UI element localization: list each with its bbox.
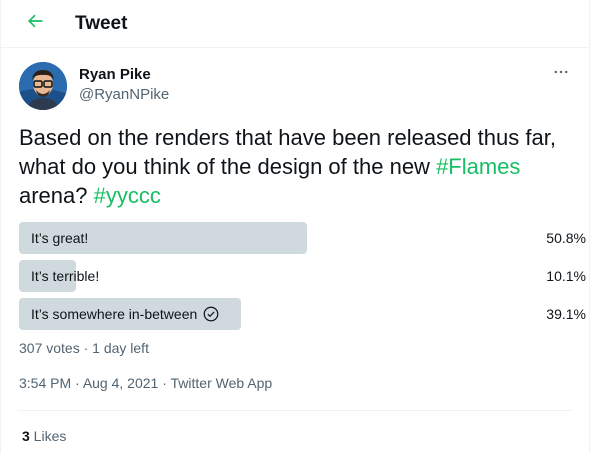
hashtag-flames[interactable]: #Flames [436,154,520,179]
likes-link[interactable]: 3 Likes [22,428,66,444]
avatar[interactable] [19,62,67,110]
tweet-page: Tweet Ryan Pike @RyanNPike Based on the … [0,0,590,453]
likes-count: 3 [22,428,30,444]
poll-option: It’s terrible! 10.1% [19,260,586,292]
timestamp-separator: · [71,375,83,391]
poll-option-percent: 39.1% [546,306,586,322]
poll-option-label: It’s terrible! [31,260,99,292]
timestamp-line: 3:54 PM · Aug 4, 2021 · Twitter Web App [19,375,272,391]
tweet-text-part2: arena? [19,183,94,208]
more-button[interactable] [549,62,573,86]
tweet-text: Based on the renders that have been rele… [19,123,574,210]
tweet-date[interactable]: Aug 4, 2021 [83,375,159,391]
header: Tweet [1,0,589,48]
poll-option: It’s somewhere in-between 39.1% [19,298,586,330]
poll-option-label: It’s somewhere in-between [31,298,220,330]
poll: It’s great! 50.8% It’s terrible! 10.1% I… [19,222,586,336]
poll-option-text: It’s great! [31,230,89,246]
tweet-source[interactable]: Twitter Web App [171,375,273,391]
tweet-time[interactable]: 3:54 PM [19,375,71,391]
poll-meta: 307 votes · 1 day left [19,340,149,356]
likes-label: Likes [29,428,67,444]
hashtag-yyccc[interactable]: #yyccc [94,183,161,208]
poll-option-percent: 50.8% [546,230,586,246]
divider [18,410,573,411]
arrow-left-icon [25,11,45,36]
page-title: Tweet [75,12,128,34]
check-circle-icon [202,305,220,323]
poll-option-text: It’s terrible! [31,268,100,284]
author-display-name[interactable]: Ryan Pike [79,65,169,85]
more-horizontal-icon [552,63,570,86]
author-handle[interactable]: @RyanNPike [79,85,169,105]
poll-option-text: It’s somewhere in-between [31,306,198,322]
author-names: Ryan Pike @RyanNPike [79,65,169,105]
poll-option-percent: 10.1% [546,268,586,284]
poll-option: It’s great! 50.8% [19,222,586,254]
poll-option-label: It’s great! [31,222,88,254]
timestamp-separator: · [158,375,171,391]
back-button[interactable] [21,10,49,38]
author-row: Ryan Pike @RyanNPike [19,62,573,112]
